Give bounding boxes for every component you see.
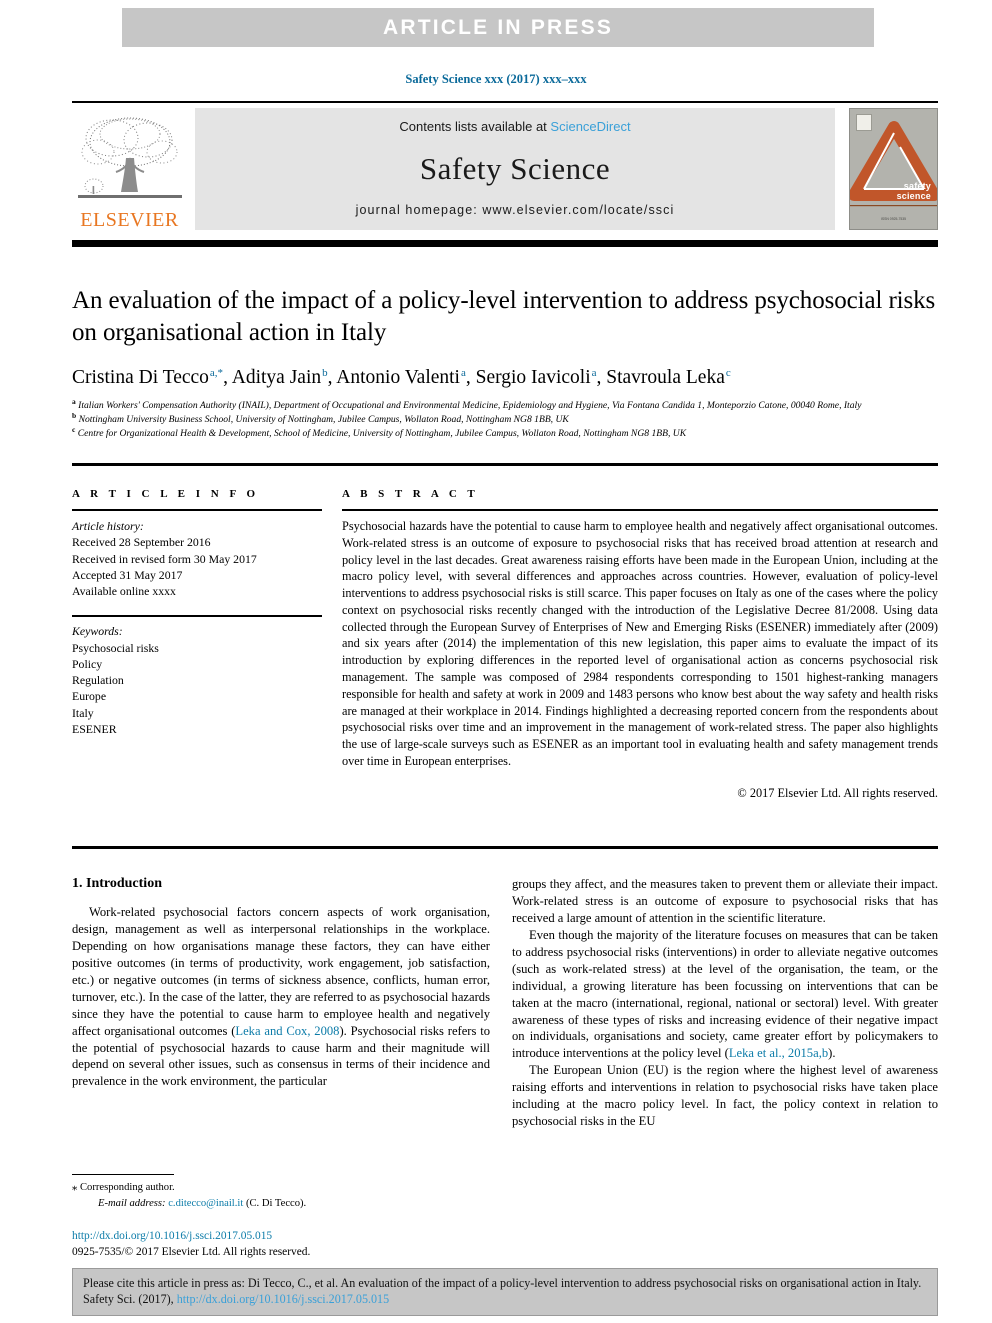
author-affiliation-mark: b bbox=[322, 366, 328, 379]
abstract-text: Psychosocial hazards have the potential … bbox=[342, 519, 938, 768]
abstract-heading: A B S T R A C T bbox=[342, 488, 479, 500]
title-block: An evaluation of the impact of a policy-… bbox=[72, 285, 938, 440]
doi-block: http://dx.doi.org/10.1016/j.ssci.2017.05… bbox=[72, 1228, 502, 1260]
keywords-list: Psychosocial risks Policy Regulation Europe… bbox=[72, 640, 322, 738]
article-history-list: Received 28 September 2016 Received in re… bbox=[72, 534, 322, 599]
cover-publisher-badge bbox=[856, 114, 872, 131]
author-affiliation-mark: a bbox=[460, 366, 466, 379]
affiliation-item: a Italian Workers' Compensation Authorit… bbox=[72, 397, 862, 412]
cover-title-line2: science bbox=[896, 190, 931, 201]
keywords-block: Keywords: Psychosocial risks Policy Regula… bbox=[72, 615, 322, 737]
sciencedirect-box: Contents lists available at ScienceDirec… bbox=[195, 108, 835, 230]
abstract-bottom-rule bbox=[72, 846, 938, 849]
affiliation-mark: a bbox=[72, 397, 76, 407]
article-history-item: Available online xxxx bbox=[72, 584, 176, 599]
footnote-rule bbox=[72, 1174, 174, 1175]
keywords-divider bbox=[72, 615, 322, 618]
author-name: Cristina Di Tecco bbox=[72, 367, 209, 388]
keyword-item: Policy bbox=[72, 656, 103, 671]
cite-this-article-banner: Please cite this article in press as: Di… bbox=[72, 1268, 938, 1316]
abstract-copyright: © 2017 Elsevier Ltd. All rights reserved… bbox=[737, 785, 938, 800]
article-history-item: Received 28 September 2016 bbox=[72, 535, 211, 550]
author-name: Stavroula Leka bbox=[606, 367, 725, 388]
affiliation-mark: c bbox=[72, 424, 76, 434]
journal-masthead: ELSEVIER Contents lists available at Sci… bbox=[72, 101, 938, 234]
left-paragraphs: Work-related psychosocial factors concer… bbox=[72, 904, 490, 1090]
citation-link[interactable]: Leka et al., 2015a,b bbox=[729, 1046, 828, 1060]
sciencedirect-link[interactable]: ScienceDirect bbox=[550, 119, 630, 134]
author-affiliation-mark: a,* bbox=[209, 366, 224, 379]
journal-cover-thumbnail: safety science ISSN 0925-7535 bbox=[849, 108, 938, 230]
article-page: ARTICLE IN PRESS Safety Science xxx (201… bbox=[0, 0, 992, 1323]
issn-copyright-line: 0925-7535/© 2017 Elsevier Ltd. All right… bbox=[72, 1246, 311, 1259]
article-info-heading: A R T I C L E I N F O bbox=[72, 488, 260, 500]
abstract-divider bbox=[342, 509, 938, 511]
article-history-item: Received in revised form 30 May 2017 bbox=[72, 551, 257, 566]
author-affiliation-mark: c bbox=[725, 366, 731, 379]
elsevier-tree-icon bbox=[76, 112, 184, 208]
author-affiliation-mark: a bbox=[591, 366, 597, 379]
masthead-divider-left bbox=[72, 101, 867, 103]
body-column-right: groups they affect, and the measures tak… bbox=[512, 876, 938, 1130]
article-history-label: Article history: bbox=[72, 519, 144, 533]
cite-doi-link[interactable]: http://dx.doi.org/10.1016/j.ssci.2017.05… bbox=[177, 1292, 389, 1306]
affiliation-list: a Italian Workers' Compensation Authorit… bbox=[72, 397, 938, 440]
right-paragraphs: groups they affect, and the measures tak… bbox=[512, 876, 938, 1130]
body-paragraph: Work-related psychosocial factors concer… bbox=[72, 905, 490, 1089]
elsevier-wordmark: ELSEVIER bbox=[80, 209, 179, 231]
masthead-bottom-rule bbox=[72, 240, 938, 247]
author-name: Aditya Jain bbox=[231, 367, 322, 388]
citation-link[interactable]: Leka and Cox, 2008 bbox=[235, 1024, 339, 1038]
corresponding-author-text: Corresponding author. bbox=[79, 1182, 175, 1193]
article-info-column: A R T I C L E I N F O Article history: R… bbox=[72, 488, 322, 737]
body-paragraph: groups they affect, and the measures tak… bbox=[512, 877, 938, 925]
contents-lists-line: Contents lists available at ScienceDirec… bbox=[399, 119, 630, 134]
affiliation-item: b Nottingham University Business School,… bbox=[72, 410, 569, 425]
corresponding-author-note: ⁎ Corresponding author. bbox=[72, 1180, 490, 1196]
author-list: Cristina Di Teccoa,*, Aditya Jainb, Anto… bbox=[72, 366, 731, 388]
affiliation-item: c Centre for Organizational Health & Dev… bbox=[72, 424, 687, 439]
page-title: An evaluation of the impact of a policy-… bbox=[72, 287, 936, 346]
corresponding-author-mark: ⁎ bbox=[72, 1182, 78, 1193]
body-column-left: 1. Introduction Work-related psychosocia… bbox=[72, 876, 490, 1090]
keyword-item: Psychosocial risks bbox=[72, 640, 159, 655]
keyword-item: Regulation bbox=[72, 673, 124, 688]
keyword-item: Europe bbox=[72, 689, 107, 704]
abstract-column: A B S T R A C T Psychosocial hazards hav… bbox=[342, 488, 938, 801]
cite-text: Please cite this article in press as: Di… bbox=[83, 1275, 927, 1308]
article-history-item: Accepted 31 May 2017 bbox=[72, 567, 183, 582]
journal-reference-line: Safety Science xxx (2017) xxx–xxx bbox=[405, 72, 587, 86]
doi-link[interactable]: http://dx.doi.org/10.1016/j.ssci.2017.05… bbox=[72, 1228, 502, 1244]
article-info-divider bbox=[72, 509, 322, 511]
journal-homepage-line[interactable]: journal homepage: www.elsevier.com/locat… bbox=[356, 203, 675, 217]
email-note: E-mail address: c.ditecco@inail.it (C. D… bbox=[72, 1196, 490, 1212]
section-heading-introduction: 1. Introduction bbox=[72, 876, 162, 891]
author-name: Sergio Iavicoli bbox=[475, 367, 591, 388]
body-paragraph: Even though the majority of the literatu… bbox=[512, 927, 938, 1061]
email-link[interactable]: c.ditecco@inail.it bbox=[168, 1198, 243, 1209]
keywords-label: Keywords: bbox=[72, 624, 123, 639]
affiliation-mark: b bbox=[72, 410, 77, 420]
cover-artwork: safety science ISSN 0925-7535 bbox=[850, 109, 937, 229]
journal-title: Safety Science bbox=[419, 150, 611, 186]
keyword-item: ESENER bbox=[72, 721, 117, 736]
article-in-press-banner: ARTICLE IN PRESS bbox=[122, 8, 874, 47]
cover-footer-text: ISSN 0925-7535 bbox=[880, 217, 907, 222]
article-in-press-label: ARTICLE IN PRESS bbox=[382, 15, 614, 39]
masthead-divider-right bbox=[848, 101, 938, 103]
email-label: E-mail address: bbox=[98, 1197, 166, 1209]
elsevier-logo: ELSEVIER bbox=[72, 108, 187, 230]
footnote-block: ⁎ Corresponding author. E-mail address: … bbox=[72, 1180, 490, 1212]
article-info-top-rule bbox=[72, 463, 938, 466]
body-paragraph: The European Union (EU) is the region wh… bbox=[512, 1063, 938, 1129]
cover-title: safety science bbox=[896, 181, 931, 201]
keyword-item: Italy bbox=[72, 705, 94, 720]
email-owner: (C. Di Tecco). bbox=[245, 1197, 307, 1209]
author-name: Antonio Valenti bbox=[336, 367, 460, 388]
contents-lists-prefix: Contents lists available at bbox=[399, 119, 551, 134]
